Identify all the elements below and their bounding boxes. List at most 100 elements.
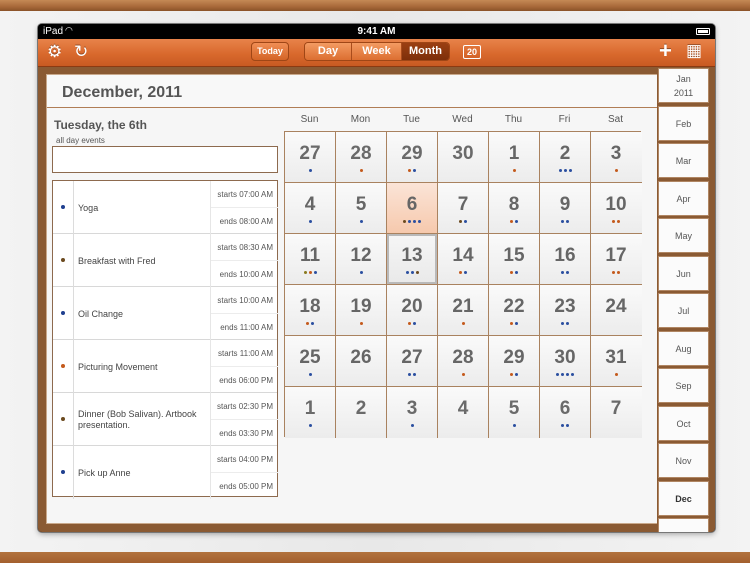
day-cell[interactable]: 3	[591, 132, 642, 183]
tab-day[interactable]: Day	[305, 43, 352, 60]
day-cell[interactable]: 26	[336, 336, 387, 387]
day-cell[interactable]: 4	[438, 387, 489, 438]
month-rail-item[interactable]: Mar	[658, 143, 709, 178]
month-rail-item[interactable]: Jan	[658, 518, 709, 532]
month-label: Aug	[675, 343, 692, 354]
day-cell[interactable]: 13	[387, 234, 438, 285]
event-times: starts 07:00 AM ends 08:00 AM	[210, 181, 278, 234]
day-cell[interactable]: 6	[387, 183, 438, 234]
day-cell[interactable]: 22	[489, 285, 540, 336]
event-dots	[285, 373, 335, 378]
tab-month[interactable]: Month	[402, 43, 449, 60]
month-rail-item[interactable]: Jul	[658, 293, 709, 328]
event-dot	[403, 220, 406, 223]
event-dots	[387, 271, 437, 276]
day-cell[interactable]: 30	[540, 336, 591, 387]
day-cell[interactable]: 5	[336, 183, 387, 234]
day-cell[interactable]: 23	[540, 285, 591, 336]
day-cell[interactable]: 29	[489, 336, 540, 387]
plus-icon[interactable]: +	[659, 40, 672, 62]
day-cell[interactable]: 14	[438, 234, 489, 285]
event-row[interactable]: Dinner (Bob Salivan). Artbook presentati…	[53, 393, 278, 446]
event-row[interactable]: Picturing Movement starts 11:00 AM ends 06…	[53, 340, 278, 393]
event-row[interactable]: Breakfast with Fred starts 08:30 AM ends 1…	[53, 234, 278, 287]
month-rail-item[interactable]: Jun	[658, 255, 709, 291]
event-end: ends 03:30 PM	[219, 429, 273, 438]
event-dot	[459, 271, 462, 274]
month-rail-item[interactable]: Nov	[658, 443, 709, 478]
day-cell[interactable]: 3	[387, 387, 438, 438]
day-cell[interactable]: 15	[489, 234, 540, 285]
day-cell[interactable]: 7	[438, 183, 489, 234]
day-cell[interactable]: 12	[336, 234, 387, 285]
event-dots	[387, 424, 437, 429]
day-cell[interactable]: 27	[285, 132, 336, 183]
day-cell[interactable]: 28	[336, 132, 387, 183]
month-rail-item[interactable]: May	[658, 218, 709, 253]
event-dots	[336, 169, 386, 174]
month-label: Feb	[675, 118, 692, 129]
day-cell[interactable]: 21	[438, 285, 489, 336]
day-cell[interactable]: 2	[540, 132, 591, 183]
event-times: starts 02:30 PM ends 03:30 PM	[210, 393, 278, 446]
month-rail-item[interactable]: Dec	[658, 480, 709, 516]
day-cell[interactable]: 28	[438, 336, 489, 387]
event-dots	[591, 271, 641, 276]
event-start: starts 02:30 PM	[216, 402, 273, 411]
month-rail-item[interactable]: Feb	[658, 105, 709, 141]
month-label: Jan	[676, 74, 691, 84]
day-number: 17	[605, 245, 627, 266]
day-cell[interactable]: 25	[285, 336, 336, 387]
day-cell[interactable]: 4	[285, 183, 336, 234]
day-cell[interactable]: 5	[489, 387, 540, 438]
day-number: 26	[350, 347, 372, 368]
day-cell[interactable]: 31	[591, 336, 642, 387]
month-rail-item[interactable]: Oct	[658, 405, 709, 441]
event-dots	[336, 220, 386, 225]
all-day-events-box[interactable]	[52, 146, 278, 173]
event-row[interactable]: Oil Change starts 10:00 AM ends 11:00 AM	[53, 287, 278, 340]
month-rail-item[interactable]: Jan 2011	[658, 68, 709, 103]
battery-icon	[696, 28, 710, 35]
event-row[interactable]: Yoga starts 07:00 AM ends 08:00 AM	[53, 181, 278, 234]
event-dots	[438, 271, 488, 276]
gear-icon[interactable]: ⚙	[47, 42, 62, 62]
event-dot	[510, 271, 513, 274]
event-dots	[438, 373, 488, 378]
ipad-screen: iPad ◠ 9:41 AM ⚙ ↻ Today Day Week Month …	[38, 24, 715, 532]
day-number: 5	[508, 398, 520, 419]
day-cell[interactable]: 2	[336, 387, 387, 438]
calendar-icon[interactable]: ▦	[686, 41, 702, 61]
today-button[interactable]: Today	[251, 42, 289, 61]
day-cell[interactable]: 9	[540, 183, 591, 234]
event-dots	[489, 271, 539, 276]
day-cell[interactable]: 10	[591, 183, 642, 234]
event-color-dot	[61, 417, 65, 421]
event-dot	[510, 373, 513, 376]
day-cell[interactable]: 24	[591, 285, 642, 336]
day-cell[interactable]: 6	[540, 387, 591, 438]
day-cell[interactable]: 27	[387, 336, 438, 387]
event-divider	[73, 393, 74, 446]
day-cell[interactable]: 17	[591, 234, 642, 285]
event-dot	[558, 169, 562, 172]
date-picker-button[interactable]: 20	[463, 45, 481, 59]
day-cell[interactable]: 7	[591, 387, 642, 438]
day-cell[interactable]: 18	[285, 285, 336, 336]
day-cell[interactable]: 11	[285, 234, 336, 285]
refresh-icon[interactable]: ↻	[74, 42, 88, 62]
day-cell[interactable]: 8	[489, 183, 540, 234]
day-cell[interactable]: 1	[285, 387, 336, 438]
day-cell[interactable]: 16	[540, 234, 591, 285]
day-cell[interactable]: 29	[387, 132, 438, 183]
tab-week[interactable]: Week	[352, 43, 402, 60]
day-cell[interactable]: 19	[336, 285, 387, 336]
day-cell[interactable]: 20	[387, 285, 438, 336]
month-rail-item[interactable]: Aug	[658, 330, 709, 366]
month-rail-item[interactable]: Sep	[658, 368, 709, 403]
day-cell[interactable]: 30	[438, 132, 489, 183]
day-cell[interactable]: 1	[489, 132, 540, 183]
month-rail-item[interactable]: Apr	[658, 180, 709, 216]
event-dot	[413, 373, 416, 376]
event-row[interactable]: Pick up Anne starts 04:00 PM ends 05:00 PM	[53, 446, 278, 499]
